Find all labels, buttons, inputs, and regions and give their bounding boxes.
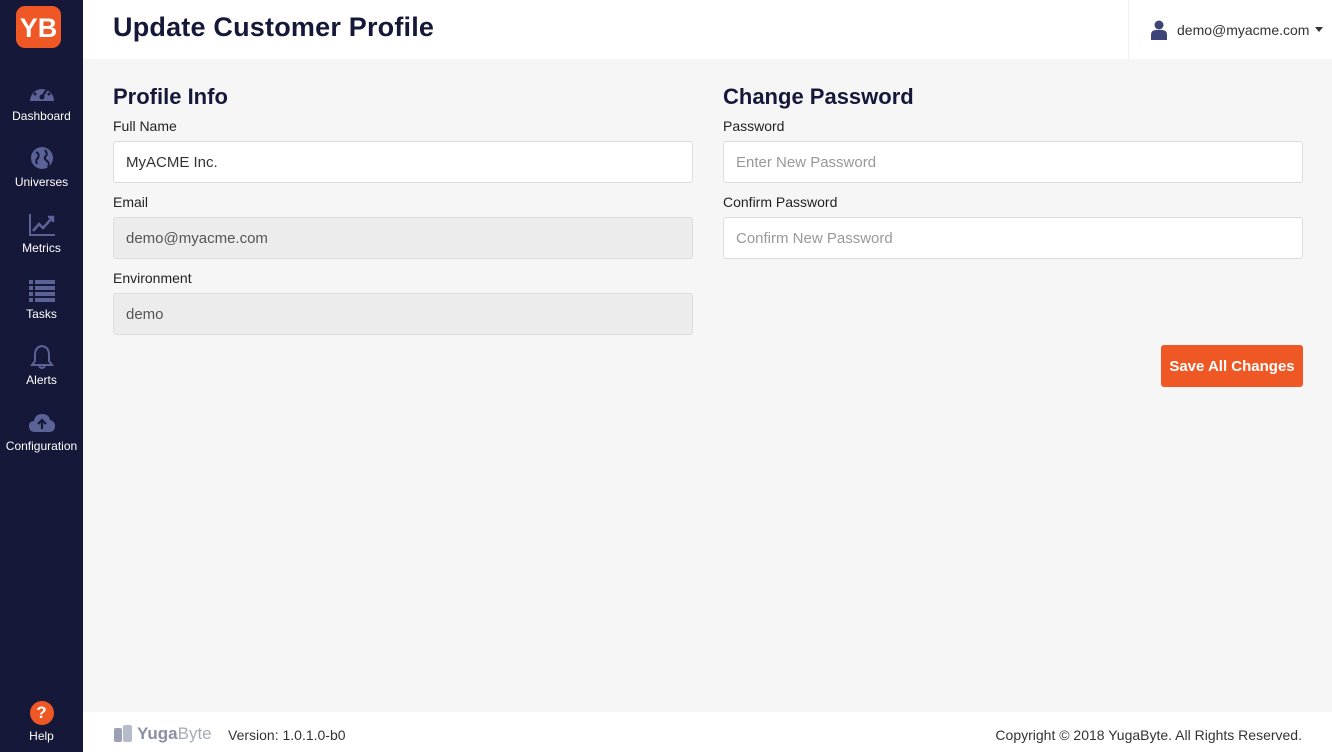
nav-configuration-label: Configuration: [5, 439, 78, 453]
nav-metrics-label: Metrics: [22, 241, 61, 255]
yugabyte-mark-icon: [114, 725, 132, 742]
environment-label: Environment: [113, 270, 192, 286]
change-password-title: Change Password: [723, 84, 914, 109]
yugabyte-logo[interactable]: YB: [16, 6, 61, 48]
line-chart-icon: [28, 214, 55, 236]
user-email: demo@myacme.com: [1177, 21, 1310, 38]
footer-brand-part2: Byte: [177, 724, 212, 743]
footer-brand-part1: Yuga: [137, 724, 178, 743]
cloud-upload-icon: [28, 414, 55, 432]
user-menu[interactable]: demo@myacme.com: [1128, 0, 1332, 59]
copyright-text: Copyright © 2018 YugaByte. All Rights Re…: [995, 727, 1302, 743]
help-label: Help: [29, 729, 54, 743]
nav-dashboard[interactable]: Dashboard: [0, 80, 83, 123]
help-link[interactable]: ? Help: [0, 701, 83, 743]
save-all-changes-button[interactable]: Save All Changes: [1161, 345, 1303, 387]
nav-tasks-label: Tasks: [26, 307, 57, 321]
full-name-label: Full Name: [113, 118, 177, 134]
nav-universes[interactable]: Universes: [0, 146, 83, 189]
nav-tasks[interactable]: Tasks: [0, 278, 83, 321]
nav-configuration[interactable]: Configuration: [0, 410, 83, 453]
profile-info-title: Profile Info: [113, 84, 228, 109]
caret-down-icon: [1315, 27, 1324, 32]
nav-alerts-label: Alerts: [26, 373, 57, 387]
help-icon: ?: [29, 701, 54, 725]
logo-text: YB: [20, 13, 58, 43]
nav-metrics[interactable]: Metrics: [0, 212, 83, 255]
email-label: Email: [113, 194, 149, 210]
footer: Yuga Byte Version: 1.0.1.0-b0 Copyright ©…: [83, 712, 1332, 752]
confirm-password-label: Confirm Password: [723, 194, 838, 210]
environment-input: [113, 293, 693, 335]
version-text: Version: 1.0.1.0-b0: [228, 727, 346, 743]
page-title: Update Customer Profile: [113, 12, 435, 42]
globe-icon: [30, 147, 53, 169]
list-icon: [28, 280, 55, 302]
nav-dashboard-label: Dashboard: [12, 109, 71, 123]
footer-brand: Yuga Byte: [113, 724, 212, 744]
nav-universes-label: Universes: [14, 175, 69, 189]
password-input[interactable]: [723, 141, 1303, 183]
email-input: [113, 217, 693, 259]
sidebar: YB Dashboard Universes Metrics Tasks Ale…: [0, 0, 83, 752]
full-name-input[interactable]: [113, 141, 693, 183]
password-label: Password: [723, 118, 785, 134]
dashboard-icon: [29, 84, 54, 101]
user-icon: [1151, 20, 1167, 40]
top-header: Update Customer Profile demo@myacme.com: [83, 0, 1332, 59]
bell-icon: [29, 344, 54, 369]
confirm-password-input[interactable]: [723, 217, 1303, 259]
nav-alerts[interactable]: Alerts: [0, 344, 83, 387]
